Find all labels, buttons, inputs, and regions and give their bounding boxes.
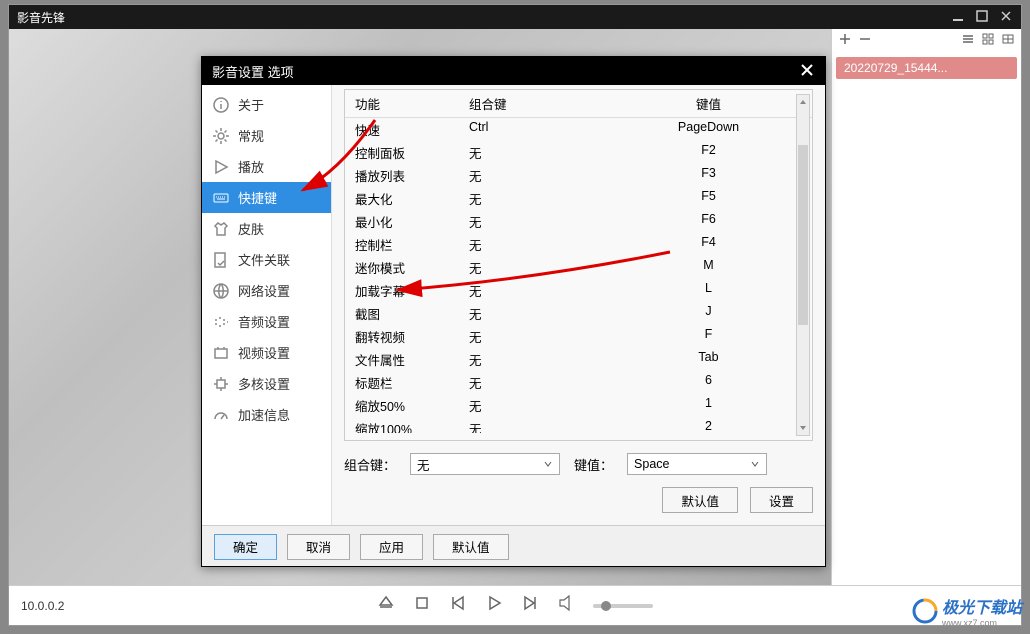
- table-row[interactable]: 最小化无F6: [345, 210, 812, 233]
- volume-slider[interactable]: [593, 604, 653, 608]
- cancel-button[interactable]: 取消: [287, 534, 350, 560]
- table-row[interactable]: 控制栏无F4: [345, 233, 812, 256]
- apply-button[interactable]: 应用: [360, 534, 423, 560]
- close-icon[interactable]: [999, 9, 1013, 26]
- modifier-label: 组合键：: [344, 455, 396, 474]
- sidebar-item-skin[interactable]: 皮肤: [202, 213, 331, 244]
- player-bottom-bar: 10.0.0.2: [9, 585, 1021, 625]
- key-label: 键值：: [574, 455, 613, 474]
- chevron-down-icon: [543, 459, 553, 469]
- inner-set-button[interactable]: 设置: [750, 487, 813, 513]
- play-icon[interactable]: [485, 594, 503, 617]
- watermark: 极光下载站 www.xz7.com: [912, 594, 1022, 628]
- sidebar-item-network[interactable]: 网络设置: [202, 275, 331, 306]
- chevron-down-icon: [750, 459, 760, 469]
- watermark-logo-icon: [912, 598, 938, 624]
- next-icon[interactable]: [521, 594, 539, 617]
- table-row[interactable]: 标题栏无6: [345, 371, 812, 394]
- table-row[interactable]: 播放列表无F3: [345, 164, 812, 187]
- playlist-item[interactable]: 20220729_15444...: [836, 57, 1017, 79]
- table-row[interactable]: 迷你模式无M: [345, 256, 812, 279]
- table-row[interactable]: 翻转视频无F: [345, 325, 812, 348]
- sidebar-item-video[interactable]: 视频设置: [202, 337, 331, 368]
- table-row[interactable]: 控制面板无F2: [345, 141, 812, 164]
- dialog-close-icon[interactable]: [799, 62, 815, 81]
- list-icon[interactable]: [961, 32, 975, 51]
- playlist-panel: 20220729_15444...: [831, 29, 1021, 585]
- app-title: 影音先锋: [17, 9, 951, 26]
- sidebar-item-accel[interactable]: 加速信息: [202, 399, 331, 430]
- sidebar-item-about[interactable]: 关于: [202, 89, 331, 120]
- sidebar-item-shortcuts[interactable]: 快捷键: [202, 182, 331, 213]
- sidebar-item-audio[interactable]: 音频设置: [202, 306, 331, 337]
- shortcuts-table: 功能 组合键 键值 快速CtrlPageDown控制面板无F2播放列表无F3最大…: [344, 89, 813, 441]
- sidebar-item-general[interactable]: 常规: [202, 120, 331, 151]
- col-key: 键值: [609, 94, 808, 113]
- scroll-up-icon[interactable]: [797, 95, 809, 109]
- table-row[interactable]: 缩放50%无1: [345, 394, 812, 417]
- eject-icon[interactable]: [377, 594, 395, 617]
- mute-icon[interactable]: [557, 594, 575, 617]
- scrollbar-thumb[interactable]: [798, 145, 808, 325]
- sidebar-item-multicore[interactable]: 多核设置: [202, 368, 331, 399]
- version-label: 10.0.0.2: [9, 599, 189, 613]
- inner-default-button[interactable]: 默认值: [662, 487, 738, 513]
- settings-sidebar: 关于 常规 播放 快捷键 皮肤 文件关联 网络设置 音频设置 视频设置 多核设置…: [202, 85, 332, 525]
- grid-icon[interactable]: [981, 32, 995, 51]
- table-row[interactable]: 加载字幕无L: [345, 279, 812, 302]
- table-row[interactable]: 缩放100%无2: [345, 417, 812, 433]
- dialog-title-bar: 影音设置 选项: [202, 57, 825, 85]
- maximize-icon[interactable]: [975, 9, 989, 26]
- minimize-icon[interactable]: [951, 9, 965, 26]
- table-row[interactable]: 截图无J: [345, 302, 812, 325]
- table-row[interactable]: 快速CtrlPageDown: [345, 118, 812, 141]
- sidebar-item-association[interactable]: 文件关联: [202, 244, 331, 275]
- settings-dialog: 影音设置 选项 关于 常规 播放 快捷键 皮肤 文件关联 网络设置 音频设置 视…: [201, 56, 826, 567]
- sidebar-item-playback[interactable]: 播放: [202, 151, 331, 182]
- key-combo[interactable]: Space: [627, 453, 767, 475]
- add-icon[interactable]: [838, 32, 852, 51]
- ok-button[interactable]: 确定: [214, 534, 277, 560]
- scroll-down-icon[interactable]: [797, 421, 809, 435]
- col-modifier: 组合键: [469, 94, 609, 113]
- table-row[interactable]: 最大化无F5: [345, 187, 812, 210]
- stop-icon[interactable]: [413, 594, 431, 617]
- table-row[interactable]: 文件属性无Tab: [345, 348, 812, 371]
- dialog-title: 影音设置 选项: [212, 62, 799, 81]
- tiles-icon[interactable]: [1001, 32, 1015, 51]
- prev-icon[interactable]: [449, 594, 467, 617]
- footer-default-button[interactable]: 默认值: [433, 534, 509, 560]
- main-title-bar: 影音先锋: [9, 5, 1021, 29]
- table-scrollbar[interactable]: [796, 94, 810, 436]
- col-function: 功能: [349, 94, 469, 113]
- remove-icon[interactable]: [858, 32, 872, 51]
- modifier-combo[interactable]: 无: [410, 453, 560, 475]
